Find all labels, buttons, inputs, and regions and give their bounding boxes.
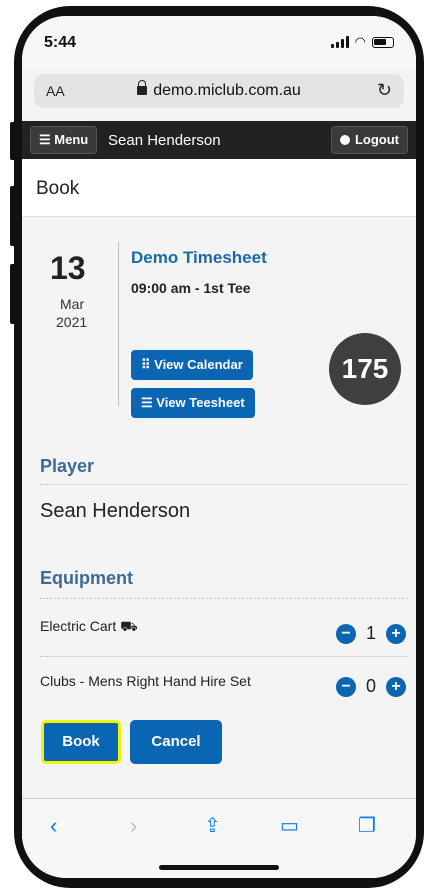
increment-button[interactable]: +	[386, 676, 406, 697]
lock-icon	[137, 80, 148, 95]
quantity-value: 1	[365, 623, 376, 643]
home-indicator	[159, 865, 279, 870]
reload-icon[interactable]: ↻	[377, 80, 392, 101]
player-section-title: Player	[40, 456, 95, 476]
logout-label: Logout	[354, 132, 399, 147]
quantity-value: 0	[365, 676, 376, 696]
page-title: Book	[36, 178, 80, 199]
nav-user-name: Sean Henderson	[108, 132, 221, 149]
date-year: 2021	[56, 314, 88, 330]
status-time: 5:44	[44, 34, 77, 51]
status-icons: ◠	[330, 34, 394, 49]
booking-content: 13 Mar 2021 Demo Timesheet 09:00 am - 1s…	[22, 218, 416, 798]
url-display[interactable]: demo.miclub.com.au	[34, 80, 404, 100]
increment-button[interactable]: +	[386, 623, 406, 644]
view-teesheet-button[interactable]: ☰ View Teesheet	[131, 388, 255, 418]
page-header: Book	[22, 159, 416, 217]
signal-icon	[330, 36, 349, 48]
equipment-item-label: Clubs - Mens Right Hand Hire Set	[40, 673, 251, 689]
date-divider	[118, 242, 119, 406]
booking-number-badge: 175	[329, 333, 401, 405]
equipment-item-label: Electric Cart ⛟	[40, 618, 138, 634]
date-month: Mar	[60, 296, 85, 312]
book-button[interactable]: Book	[41, 720, 121, 764]
address-bar[interactable]: AA demo.miclub.com.au ↻	[34, 74, 404, 108]
quantity-stepper: − 1 +	[335, 623, 406, 644]
divider	[40, 484, 408, 485]
share-icon[interactable]: ⇪	[204, 813, 221, 838]
golf-cart-icon: ⛟	[120, 618, 138, 634]
tabs-icon[interactable]: ❐	[358, 813, 376, 838]
back-icon[interactable]: ‹	[50, 813, 57, 839]
status-bar: 5:44 ◠	[22, 16, 416, 68]
app-navbar: ☰ Menu Sean Henderson Logout	[22, 121, 416, 159]
date-day: 13	[50, 250, 86, 286]
battery-icon	[372, 36, 394, 48]
logout-icon	[339, 135, 350, 145]
browser-toolbar: ‹ › ⇪ ▭ ❐	[22, 798, 416, 878]
divider	[40, 598, 408, 599]
bookmarks-icon[interactable]: ▭	[280, 813, 299, 838]
logout-button[interactable]: Logout	[330, 126, 408, 154]
url-text: demo.miclub.com.au	[153, 82, 301, 99]
quantity-stepper: − 0 +	[335, 676, 406, 697]
cancel-button[interactable]: Cancel	[130, 720, 222, 764]
volume-up-button	[10, 186, 16, 246]
view-calendar-button[interactable]: ⠿ View Calendar	[131, 350, 253, 380]
volume-down-button	[10, 264, 16, 324]
timesheet-title[interactable]: Demo Timesheet	[131, 248, 267, 268]
forward-icon[interactable]: ›	[130, 813, 137, 839]
phone-screen: 5:44 ◠ AA demo.miclub.com.au ↻ ☰ Menu Se…	[22, 16, 416, 878]
decrement-button[interactable]: −	[335, 623, 356, 644]
equipment-section-title: Equipment	[40, 568, 133, 588]
decrement-button[interactable]: −	[335, 676, 356, 697]
tee-time: 09:00 am - 1st Tee	[131, 280, 251, 296]
player-name: Sean Henderson	[40, 500, 191, 522]
divider	[40, 656, 408, 657]
mute-switch	[10, 122, 16, 160]
wifi-icon: ◠	[354, 34, 366, 49]
menu-button[interactable]: ☰ Menu	[30, 126, 98, 154]
